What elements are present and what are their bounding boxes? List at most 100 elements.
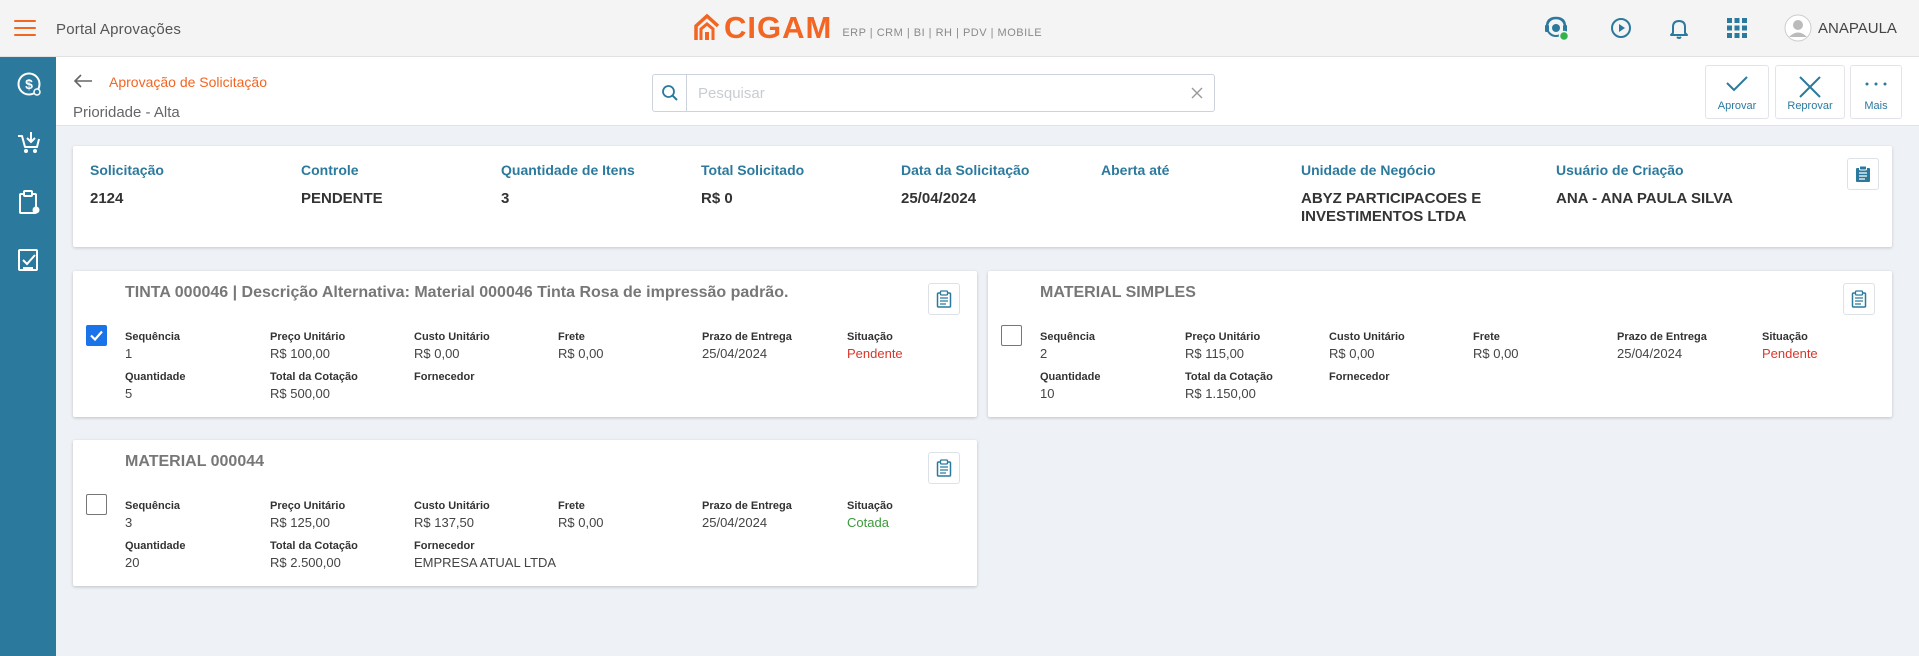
field-label: Sequência: [125, 500, 181, 512]
dollar-circle-icon[interactable]: $: [16, 71, 42, 97]
logo-subtitle: ERP | CRM | BI | RH | PDV | MOBILE: [842, 27, 1043, 39]
clear-search-icon[interactable]: [1190, 86, 1204, 100]
field-value: 3: [125, 515, 133, 530]
summary-label: Quantidade de Itens: [501, 162, 635, 178]
field-value: 2: [1040, 346, 1048, 361]
field-value: 10: [1040, 386, 1055, 401]
logo-text: CIGAM: [724, 10, 833, 45]
svg-text:$: $: [25, 76, 33, 92]
clipboard-icon: [936, 290, 952, 308]
field-value: R$ 137,50: [414, 515, 474, 530]
approve-label: Aprovar: [1717, 100, 1757, 112]
field-label: Quantidade: [125, 371, 186, 383]
field-fornecedor: Fornecedor: [414, 371, 475, 386]
sidebar: $: [0, 57, 56, 656]
status-value: Cotada: [847, 515, 889, 530]
item-checkbox[interactable]: [86, 494, 107, 515]
field-sequencia: Sequência 2: [1040, 331, 1095, 361]
field-value: R$ 2.500,00: [270, 555, 341, 570]
field-value: R$ 0,00: [1329, 346, 1375, 361]
cigam-logo: CIGAM ERP | CRM | BI | RH | PDV | MOBILE: [694, 10, 1043, 45]
user-avatar-icon: [1784, 14, 1812, 42]
field-value: 5: [125, 386, 133, 401]
field-value: R$ 500,00: [270, 386, 330, 401]
field-value: 25/04/2024: [702, 346, 768, 361]
field-total-cotacao: Total da Cotação R$ 500,00: [270, 371, 358, 401]
item-checkbox[interactable]: [86, 325, 107, 346]
clipboard-icon[interactable]: [16, 189, 42, 215]
field-custo-unitario: Custo Unitário R$ 0,00: [1329, 331, 1405, 361]
clipboard-button[interactable]: [1847, 158, 1879, 190]
field-sequencia: Sequência 1: [125, 331, 180, 361]
field-label: Total da Cotação: [270, 540, 358, 552]
field-value: R$ 100,00: [270, 346, 330, 361]
field-value: EMPRESA ATUAL LTDA: [414, 555, 557, 570]
portal-title: Portal Aprovações: [56, 21, 182, 38]
summary-label: Data da Solicitação: [901, 162, 1030, 178]
item-checkbox[interactable]: [1001, 325, 1022, 346]
field-prazo-entrega: Prazo de Entrega 25/04/2024: [1617, 331, 1707, 361]
summary-field-quantidade-itens: Quantidade de Itens 3: [501, 162, 635, 208]
summary-label: Aberta até: [1101, 162, 1170, 178]
item-title: TINTA 000046 | Descrição Alternativa: Ma…: [125, 284, 789, 301]
field-label: Situação: [847, 500, 893, 512]
field-total-cotacao: Total da Cotação R$ 1.150,00: [1185, 371, 1273, 401]
summary-label: Total Solicitado: [701, 162, 805, 178]
field-situacao: Situação Pendente: [1762, 331, 1818, 361]
bell-icon[interactable]: [1665, 14, 1693, 42]
field-value: R$ 0,00: [1473, 346, 1519, 361]
summary-field-usuario-criacao: Usuário de Criação ANA - ANA PAULA SILVA: [1556, 162, 1733, 208]
clipboard-button[interactable]: [928, 283, 960, 315]
summary-value: 3: [501, 190, 510, 207]
field-label: Frete: [558, 331, 585, 343]
field-sequencia: Sequência 3: [125, 500, 180, 530]
item-title: MATERIAL SIMPLES: [1040, 284, 1196, 301]
cart-download-icon[interactable]: [16, 130, 42, 156]
field-value: R$ 0,00: [558, 515, 604, 530]
field-value: R$ 125,00: [270, 515, 330, 530]
approve-button[interactable]: Aprovar: [1705, 65, 1769, 119]
field-frete: Frete R$ 0,00: [558, 331, 604, 361]
reject-button[interactable]: Reprovar: [1775, 65, 1845, 119]
field-label: Frete: [558, 500, 585, 512]
field-value: R$ 0,00: [558, 346, 604, 361]
summary-field-data-solicitacao: Data da Solicitação 25/04/2024: [901, 162, 1029, 208]
status-value: Pendente: [1762, 346, 1818, 361]
hamburger-menu-icon[interactable]: [14, 20, 36, 36]
field-label: Preço Unitário: [270, 500, 346, 512]
apps-grid-icon[interactable]: [1723, 14, 1751, 42]
field-label: Quantidade: [125, 540, 186, 552]
back-arrow-icon[interactable]: [73, 73, 93, 89]
clipboard-icon: [1856, 165, 1870, 182]
field-label: Situação: [1762, 331, 1808, 343]
support-agent-icon[interactable]: [1543, 14, 1571, 42]
more-button[interactable]: Mais: [1850, 65, 1902, 119]
close-icon: [1799, 76, 1821, 98]
summary-value: ANA - ANA PAULA SILVA: [1556, 190, 1733, 207]
field-label: Fornecedor: [1329, 371, 1390, 383]
summary-field-unidade-negocio: Unidade de Negócio ABYZ PARTICIPACOES E …: [1301, 162, 1501, 226]
clipboard-button[interactable]: [928, 452, 960, 484]
field-label: Frete: [1473, 331, 1500, 343]
field-label: Total da Cotação: [270, 371, 358, 383]
breadcrumb[interactable]: Aprovação de Solicitação: [109, 74, 267, 90]
field-custo-unitario: Custo Unitário R$ 137,50: [414, 500, 490, 530]
field-label: Prazo de Entrega: [1617, 331, 1707, 343]
play-circle-icon[interactable]: [1607, 14, 1635, 42]
user-menu[interactable]: ANAPAULA: [1784, 14, 1897, 42]
summary-value: ABYZ PARTICIPACOES E INVESTIMENTOS LTDA: [1301, 190, 1482, 225]
check-document-icon[interactable]: [16, 247, 42, 273]
search-icon[interactable]: [653, 75, 687, 111]
field-label: Total da Cotação: [1185, 371, 1273, 383]
clipboard-icon: [936, 459, 952, 477]
field-quantidade: Quantidade 5: [125, 371, 186, 401]
item-title: MATERIAL 000044: [125, 453, 265, 470]
field-situacao: Situação Cotada: [847, 500, 893, 530]
clipboard-button[interactable]: [1843, 283, 1875, 315]
reject-label: Reprovar: [1787, 100, 1833, 112]
field-label: Situação: [847, 331, 893, 343]
top-bar: Portal Aprovações CIGAM ERP | CRM | BI |…: [0, 0, 1919, 57]
priority-label: Prioridade - Alta: [73, 104, 180, 121]
search-input[interactable]: [698, 83, 1178, 103]
item-card: TINTA 000046 | Descrição Alternativa: Ma…: [73, 271, 977, 417]
